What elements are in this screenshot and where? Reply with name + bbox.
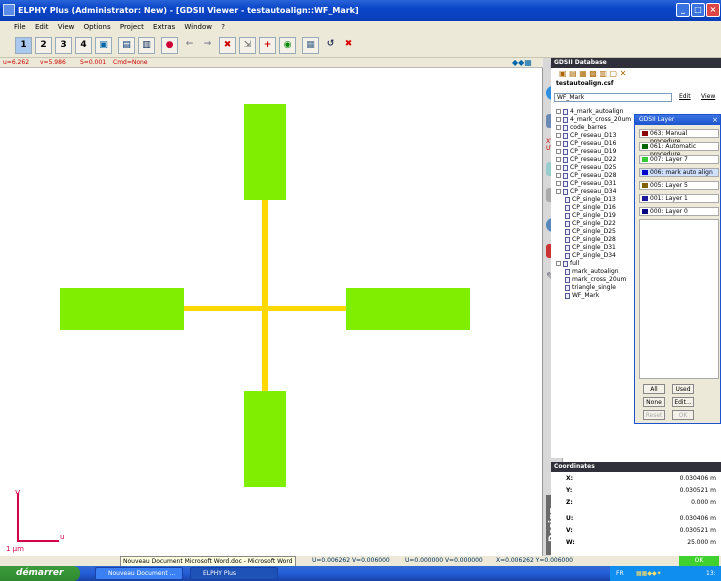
refresh-icon[interactable]: ↺ (322, 37, 339, 54)
maximize-icon[interactable]: □ (691, 3, 705, 17)
layer-item[interactable]: 000: Layer 0 (639, 207, 719, 216)
toolbar: 1 2 3 4 ▣ ▤ ▥ ● ← → ✖ ⇲ + ◉ ▦ ↺ ✖ (0, 33, 721, 58)
uv-readout-1: U=0.006262 V=0.006000 (312, 557, 390, 564)
delete-icon[interactable]: ✖ (340, 37, 357, 54)
film-icon[interactable]: ▣ (95, 37, 112, 54)
view-4-button[interactable]: 4 (75, 37, 92, 54)
layout-icon[interactable]: ▥ (138, 37, 155, 54)
none-button[interactable]: None (643, 397, 665, 407)
s-readout: S=0.001 (80, 59, 107, 66)
app-icon (3, 4, 15, 16)
used-button[interactable]: Used (672, 384, 694, 394)
layer-dialog-close-icon[interactable]: × (712, 115, 718, 125)
menu-bar: File Edit View Options Project Extras Wi… (0, 21, 721, 33)
structure-combo[interactable]: WF_Mark (554, 93, 672, 102)
edit-layer-button[interactable]: Edit... (672, 397, 694, 407)
v-axis-label: v (15, 488, 21, 498)
layer-item[interactable]: 063: Manual procedure (639, 129, 719, 145)
u-readout: u=6.262 (3, 59, 30, 66)
y-row: Y: 0.030521 m (566, 487, 716, 494)
menu-view[interactable]: View (58, 23, 75, 31)
menu-window[interactable]: Window (184, 23, 212, 31)
task-elphy[interactable]: ELPHY Plus (190, 567, 278, 580)
menu-file[interactable]: File (14, 23, 26, 31)
windows-taskbar: démarrer Nouveau Document ... ELPHY Plus… (0, 566, 721, 581)
menu-extras[interactable]: Extras (153, 23, 175, 31)
coordinates-panel: Coordinates X: 0.030406 m Y: 0.030521 m Z:… (551, 462, 721, 556)
start-button[interactable]: démarrer (0, 566, 80, 581)
menu-edit[interactable]: Edit (35, 23, 49, 31)
language-indicator[interactable]: FR (616, 566, 624, 581)
window-title: ELPHY Plus (Administrator: New) - [GDSII… (18, 6, 359, 15)
ok-button[interactable]: OK (672, 410, 694, 420)
view-3-button[interactable]: 3 (55, 37, 72, 54)
view-1-button[interactable]: 1 (15, 37, 32, 54)
layer-item[interactable]: 061: Automatic procedure (639, 142, 719, 158)
bottom-status-bar: Nouveau Document Microsoft Word.doc - Mi… (0, 556, 721, 568)
stop-icon[interactable]: ● (161, 37, 178, 54)
menu-project[interactable]: Project (120, 23, 144, 31)
database-file: testautoalign.csf (556, 80, 614, 87)
layer-item[interactable]: 006: mark auto align (639, 168, 719, 177)
cursor-status-line: u=6.262 v=5.986 S=0.001 Cmd=None ◆◆▦ (0, 58, 543, 68)
layer-item[interactable]: 005: Layer 5 (639, 181, 719, 190)
all-button[interactable]: All (643, 384, 665, 394)
layer-item[interactable]: 007: Layer 7 (639, 155, 719, 164)
x-row: X: 0.030406 m (566, 475, 716, 482)
menu-options[interactable]: Options (84, 23, 111, 31)
v-axis-line (17, 493, 19, 541)
u-axis-label: u (60, 533, 65, 541)
add-icon[interactable]: + (259, 37, 276, 54)
scale-label: 1 µm (6, 545, 24, 553)
database-toolbar: ▣ ▤ ▦ ▩ ▥ ▢ ✕ (559, 69, 627, 78)
layer-dialog-title: GDSII Layer (635, 115, 720, 125)
uv-readout-2: U=0.000000 V=0.000000 (405, 557, 483, 564)
pins-icon[interactable]: ▦ (302, 37, 319, 54)
gdsii-canvas[interactable]: v u 1 µm (0, 68, 543, 556)
tray-icons[interactable]: ▦▦◆◆✦ (636, 566, 662, 581)
gdsii-database-title: GDSII Database (551, 58, 721, 68)
layer-item[interactable]: 001: Layer 1 (639, 194, 719, 203)
u-axis-line (17, 540, 59, 542)
mark-right-rect[interactable] (346, 288, 470, 330)
z-row: Z: 0.000 m (566, 499, 716, 506)
cut-icon[interactable]: ✖ (219, 37, 236, 54)
mark-top-rect[interactable] (244, 104, 286, 200)
reset-button[interactable]: Reset (643, 410, 665, 420)
view-2-button[interactable]: 2 (35, 37, 52, 54)
edit-button[interactable]: Edit (679, 93, 691, 100)
window-icon[interactable]: ▤ (118, 37, 135, 54)
ok-indicator[interactable]: OK (679, 556, 719, 566)
mark-bottom-rect[interactable] (244, 391, 286, 487)
v-readout: v=5.986 (40, 59, 66, 66)
minimize-icon[interactable]: _ (676, 3, 690, 17)
close-icon[interactable]: × (706, 3, 720, 17)
task-word[interactable]: Nouveau Document ... (95, 567, 183, 580)
v-row: V: 0.030521 m (566, 527, 716, 534)
title-bar: ELPHY Plus (Administrator: New) - [GDSII… (0, 0, 721, 21)
mark-left-rect[interactable] (60, 288, 184, 330)
u-row: U: 0.030406 m (566, 515, 716, 522)
gdsii-layer-dialog: GDSII Layer × 063: Manual procedure 061:… (634, 114, 721, 424)
clock: 13: (706, 570, 716, 577)
view-mode-icons[interactable]: ◆◆▦ (512, 58, 532, 68)
layer-list-empty-area (639, 219, 719, 379)
coordinates-title: Coordinates (551, 462, 721, 472)
insert-icon[interactable]: ⇲ (239, 37, 256, 54)
view-button[interactable]: View (701, 93, 715, 100)
cmd-readout: Cmd=None (113, 59, 148, 66)
back-icon[interactable]: ← (181, 37, 198, 54)
forward-icon[interactable]: → (199, 37, 216, 54)
globe-icon[interactable]: ◉ (279, 37, 296, 54)
w-row: W: 25.000 m (566, 539, 716, 546)
system-tray: FR ▦▦◆◆✦ 13: (610, 566, 721, 581)
xy-readout: X=0.006262 Y=0.006000 (496, 557, 573, 564)
menu-help[interactable]: ? (221, 23, 225, 31)
